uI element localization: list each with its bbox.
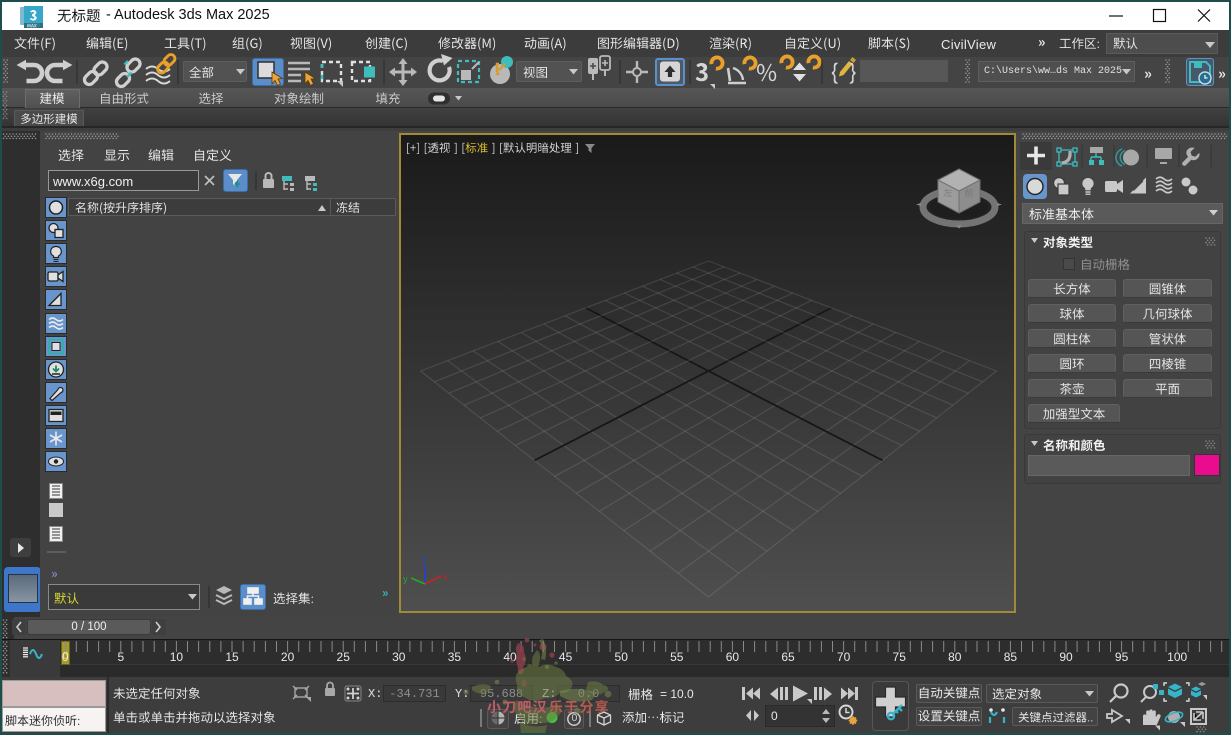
svg-text:80: 80 (948, 650, 962, 664)
svg-text:100: 100 (1167, 650, 1187, 664)
svg-text:70: 70 (837, 650, 851, 664)
svg-text:45: 45 (559, 650, 573, 664)
svg-text:60: 60 (726, 650, 740, 664)
svg-text:0: 0 (62, 650, 69, 664)
svg-text:55: 55 (670, 650, 684, 664)
svg-text:y: y (403, 574, 408, 585)
svg-text:50: 50 (615, 650, 629, 664)
svg-text:85: 85 (1004, 650, 1018, 664)
svg-text:75: 75 (893, 650, 907, 664)
svg-text:10: 10 (170, 650, 184, 664)
svg-text:65: 65 (781, 650, 795, 664)
svg-text:25: 25 (337, 650, 351, 664)
svg-text:x: x (443, 572, 448, 583)
svg-text:15: 15 (225, 650, 239, 664)
svg-text:5: 5 (117, 650, 124, 664)
svg-text:z: z (421, 553, 426, 564)
svg-text:40: 40 (503, 650, 517, 664)
svg-text:90: 90 (1059, 650, 1073, 664)
svg-text:20: 20 (281, 650, 295, 664)
svg-text:35: 35 (448, 650, 462, 664)
svg-text:30: 30 (392, 650, 406, 664)
svg-text:95: 95 (1115, 650, 1129, 664)
